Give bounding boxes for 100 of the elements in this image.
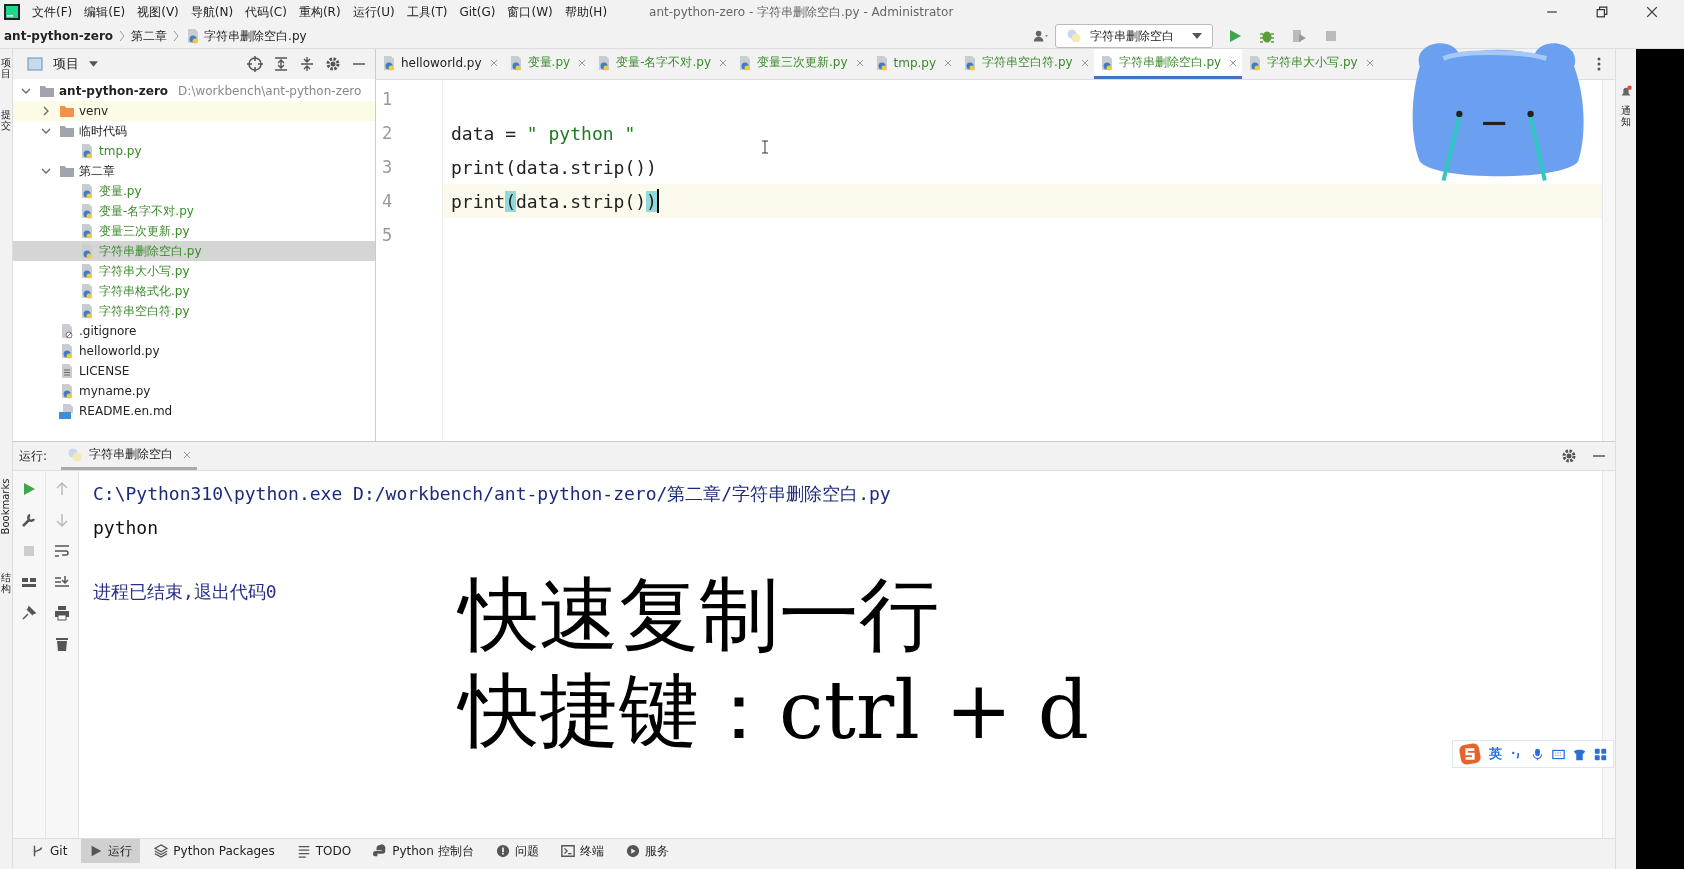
chevron-icon[interactable]: [21, 86, 31, 96]
editor-tab[interactable]: helloworld.py: [376, 49, 503, 79]
tree-item[interactable]: 第二章: [13, 161, 375, 181]
editor-tab[interactable]: 变量-名字不对.py: [591, 49, 732, 79]
text-cursor: [656, 189, 659, 213]
line-number: 2: [381, 122, 394, 145]
wrap-icon[interactable]: [54, 543, 70, 559]
settings-icon[interactable]: [1561, 448, 1577, 464]
breadcrumb-item[interactable]: 字符串删除空白.py: [185, 27, 307, 45]
tool-window-button[interactable]: Python 控制台: [365, 839, 482, 863]
panel-title: 运行:: [19, 447, 48, 465]
restore-icon[interactable]: [1596, 6, 1608, 18]
caret-icon[interactable]: [89, 61, 98, 67]
tool-window-tab[interactable]: 结构: [1, 572, 11, 594]
menu-item[interactable]: 编辑(E): [84, 3, 126, 21]
chevron-icon: [173, 30, 180, 42]
tree-item[interactable]: README.en.md: [13, 401, 375, 421]
tool-window-button[interactable]: 运行: [81, 839, 141, 863]
run-tab[interactable]: 字符串删除空白: [61, 442, 198, 470]
menu-item[interactable]: 代码(C): [245, 3, 287, 21]
tree-item[interactable]: venv: [13, 101, 375, 121]
editor-tab[interactable]: 字符串空白符.py: [957, 49, 1094, 79]
python-file-icon: [79, 283, 95, 299]
keyboard-icon[interactable]: [1552, 747, 1565, 761]
tree-item[interactable]: helloworld.py: [13, 341, 375, 361]
tool-window-button[interactable]: TODO: [288, 839, 360, 863]
chevron-icon[interactable]: [41, 106, 51, 116]
run-icon[interactable]: [1227, 28, 1243, 44]
ime-toolbar[interactable]: 英: [1452, 740, 1614, 768]
menu-item[interactable]: 帮助(H): [564, 3, 608, 21]
coverage-icon[interactable]: [1291, 28, 1307, 44]
run-config-dropdown[interactable]: 字符串删除空白: [1055, 24, 1213, 48]
menu-item[interactable]: 工具(T): [406, 3, 448, 21]
menu-item[interactable]: 导航(N): [190, 3, 234, 21]
scrollbar[interactable]: [1602, 471, 1615, 838]
warning-icon: [495, 844, 510, 858]
menu-item[interactable]: 文件(F): [32, 3, 73, 21]
mouse-cursor-icon: [761, 140, 769, 154]
tree-item[interactable]: myname.py: [13, 381, 375, 401]
tree-item[interactable]: 变量-名字不对.py: [13, 201, 375, 221]
grid-icon[interactable]: [1594, 747, 1607, 761]
tool-window-tab[interactable]: Bookmarks: [0, 478, 12, 535]
wrench-icon[interactable]: [21, 512, 37, 528]
tool-window-button[interactable]: 问题: [487, 839, 547, 863]
python-file-icon: [79, 263, 95, 279]
scroll-end-icon[interactable]: [54, 574, 70, 590]
ime-logo-icon[interactable]: [1459, 743, 1481, 765]
tool-window-tab[interactable]: 项目: [1, 57, 11, 79]
menu-item[interactable]: Git(G): [459, 5, 496, 19]
user-icon[interactable]: [1033, 28, 1049, 44]
console-line: python: [93, 516, 160, 540]
close-icon[interactable]: [1646, 6, 1658, 18]
breadcrumb-item[interactable]: ant-python-zero: [4, 29, 114, 43]
editor-tab[interactable]: 变量三次更新.py: [732, 49, 869, 79]
tool-window-button[interactable]: Git: [23, 839, 76, 863]
line-number: 5: [381, 224, 394, 247]
panel-title[interactable]: 项目: [53, 55, 79, 73]
tree-item[interactable]: 字符串大小写.py: [13, 261, 375, 281]
printer-icon[interactable]: [54, 605, 70, 621]
line-number: 1: [381, 88, 394, 111]
tool-window-button[interactable]: 服务: [617, 839, 677, 863]
tool-window-tab[interactable]: 通知: [1621, 105, 1631, 127]
menu-item[interactable]: 运行(U): [352, 3, 395, 21]
tree-item[interactable]: LICENSE: [13, 361, 375, 381]
editor-tab[interactable]: 字符串大小写.py: [1242, 49, 1379, 79]
settings-icon[interactable]: [325, 56, 341, 72]
menu-item[interactable]: 重构(R): [298, 3, 341, 21]
tool-window-button[interactable]: 终端: [552, 839, 612, 863]
crosshair-icon[interactable]: [247, 56, 263, 72]
caption-text: 快速复制一行: [459, 567, 940, 663]
tool-window-tab[interactable]: 提交: [1, 109, 11, 131]
collapse-all-icon[interactable]: [299, 56, 315, 72]
shirt-icon[interactable]: [1573, 747, 1586, 761]
microphone-icon[interactable]: [1531, 747, 1544, 761]
tree-item[interactable]: 变量.py: [13, 181, 375, 201]
editor-tab[interactable]: tmp.py: [868, 49, 958, 79]
tool-window-button[interactable]: Python Packages: [146, 839, 283, 863]
tree-item[interactable]: ant-python-zero D:\workbench\ant-python-zero: [13, 81, 375, 101]
pin-icon[interactable]: [21, 605, 37, 621]
python-file-icon: [79, 303, 95, 319]
menu-item[interactable]: 窗口(W): [507, 3, 553, 21]
tree-item[interactable]: .gitignore: [13, 321, 375, 341]
input-mode-label[interactable]: 英: [1489, 745, 1502, 763]
bell-icon[interactable]: [1619, 85, 1633, 99]
tree-item[interactable]: 临时代码: [13, 121, 375, 141]
expand-all-icon[interactable]: [273, 56, 289, 72]
chevron-icon[interactable]: [41, 166, 51, 176]
menu-item[interactable]: 视图(V): [137, 3, 179, 21]
editor-tab[interactable]: 变量.py: [502, 49, 592, 79]
python-file-icon: [79, 203, 95, 219]
run-icon[interactable]: [21, 481, 37, 497]
trash-icon[interactable]: [54, 636, 70, 652]
tree-item[interactable]: tmp.py: [13, 141, 375, 161]
tree-item[interactable]: 字符串格式化.py: [13, 281, 375, 301]
tree-item[interactable]: 字符串空白符.py: [13, 301, 375, 321]
chevron-icon[interactable]: [41, 126, 51, 136]
scrollbar[interactable]: [1602, 80, 1615, 441]
editor-tab[interactable]: 字符串删除空白.py: [1093, 49, 1243, 79]
breadcrumb-item[interactable]: 第二章: [131, 27, 168, 45]
tree-item[interactable]: 变量三次更新.py: [13, 221, 375, 241]
